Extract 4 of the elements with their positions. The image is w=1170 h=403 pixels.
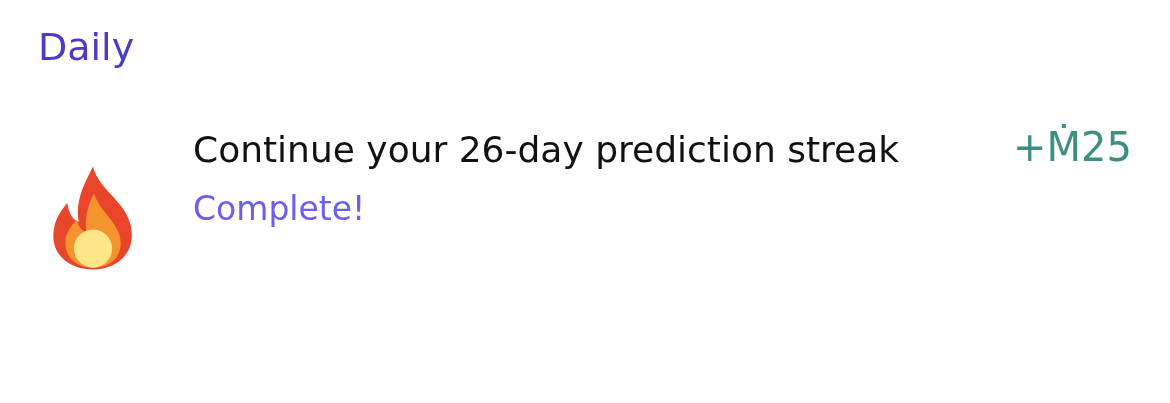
reward-amount: +Ṁ25 xyxy=(1013,124,1132,170)
task-title: Continue your 26-day prediction streak xyxy=(193,128,901,172)
section-title: Daily xyxy=(38,24,136,71)
task-status: Complete! xyxy=(193,188,367,230)
